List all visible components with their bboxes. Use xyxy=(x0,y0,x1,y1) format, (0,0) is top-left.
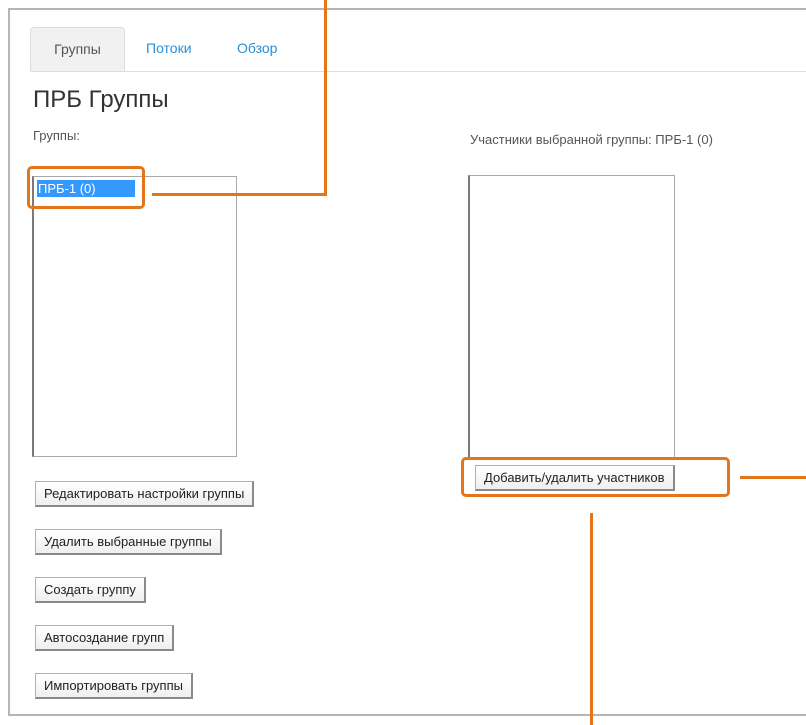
tab-groups[interactable]: Группы xyxy=(30,27,125,71)
groups-label: Группы: xyxy=(33,128,80,143)
members-listbox[interactable] xyxy=(468,175,675,459)
callout-line-horizontal-2 xyxy=(740,476,806,479)
callout-line-vertical-1 xyxy=(324,0,327,196)
callout-group-item-highlight xyxy=(27,166,145,209)
tab-bar: Группы Потоки Обзор xyxy=(30,27,806,72)
tab-overview[interactable]: Обзор xyxy=(237,27,277,71)
delete-selected-groups-button[interactable]: Удалить выбранные группы xyxy=(35,529,222,555)
callout-line-vertical-2 xyxy=(590,513,593,725)
members-label: Участники выбранной группы: ПРБ-1 (0) xyxy=(470,132,713,147)
import-groups-button[interactable]: Импортировать группы xyxy=(35,673,193,699)
create-group-button[interactable]: Создать группу xyxy=(35,577,146,603)
edit-group-settings-button[interactable]: Редактировать настройки группы xyxy=(35,481,255,507)
tab-streams[interactable]: Потоки xyxy=(146,27,192,71)
groups-listbox[interactable]: ПРБ-1 (0) xyxy=(32,176,237,457)
page-title: ПРБ Группы xyxy=(33,86,169,113)
auto-create-groups-button[interactable]: Автосоздание групп xyxy=(35,625,175,651)
callout-add-remove-highlight xyxy=(461,457,730,497)
callout-line-horizontal-1 xyxy=(152,193,326,196)
